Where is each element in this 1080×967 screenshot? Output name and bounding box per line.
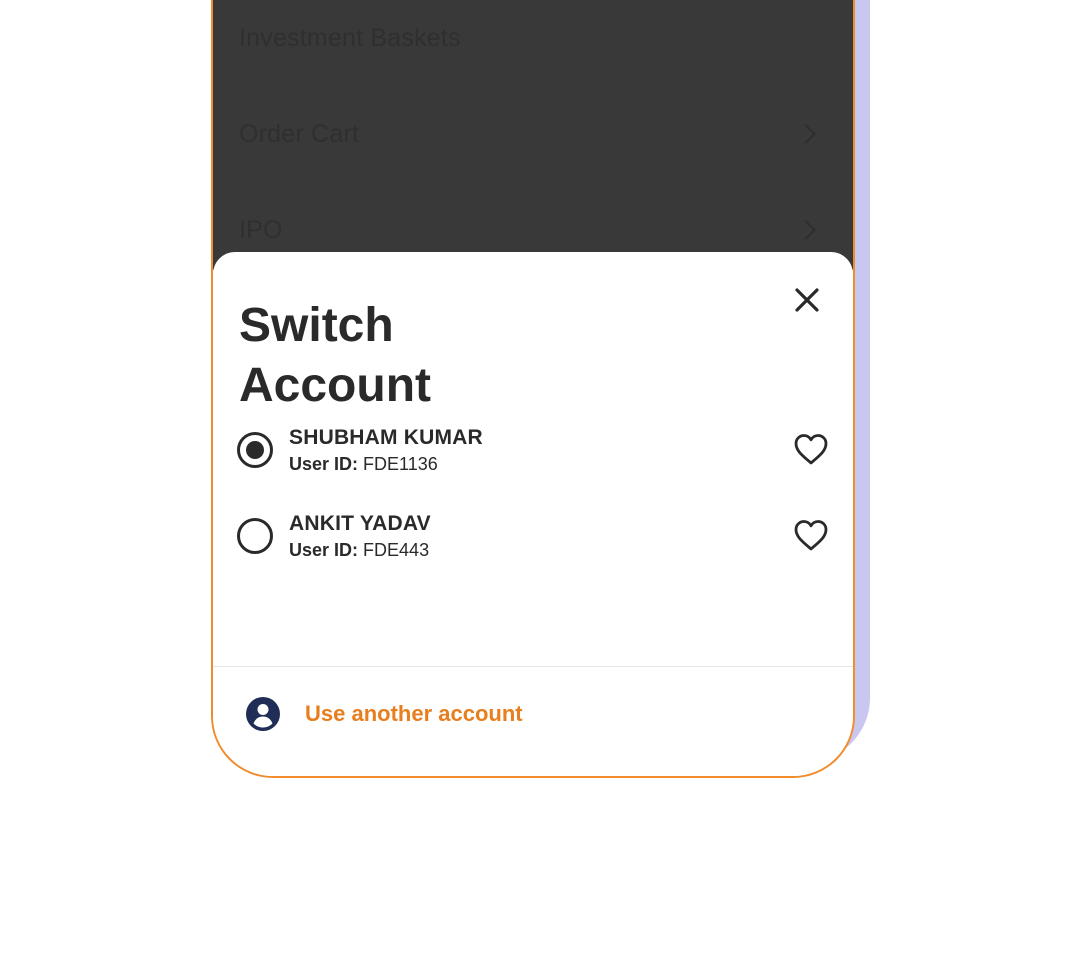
- account-details: SHUBHAM KUMAR User ID: FDE1136: [289, 426, 793, 475]
- chevron-right-icon: [796, 124, 816, 144]
- account-name: ANKIT YADAV: [289, 511, 431, 535]
- favorite-button[interactable]: [793, 518, 829, 554]
- menu-item-label: Investment Baskets: [239, 23, 461, 52]
- heart-outline-icon: [794, 434, 828, 465]
- menu-item-label: IPO: [239, 215, 283, 244]
- close-icon: [795, 288, 819, 312]
- radio-button-selected[interactable]: [237, 432, 273, 468]
- switch-account-sheet: Switch Account SHUBHAM KUMAR User ID: FD…: [213, 252, 853, 776]
- account-details: ANKIT YADAV User ID: FDE443: [289, 512, 793, 561]
- use-another-account-button[interactable]: Use another account: [245, 694, 523, 734]
- account-option-ankit-yadav[interactable]: ANKIT YADAV User ID: FDE443: [237, 505, 829, 567]
- menu-item-ipo[interactable]: IPO: [239, 210, 816, 250]
- favorite-button[interactable]: [793, 432, 829, 468]
- heart-outline-icon: [794, 520, 828, 551]
- account-user-id: User ID: FDE1136: [289, 454, 793, 475]
- menu-item-investment-baskets[interactable]: Investment Baskets: [239, 18, 813, 58]
- radio-button-unselected[interactable]: [237, 518, 273, 554]
- account-name: SHUBHAM KUMAR: [289, 425, 483, 449]
- menu-item-order-cart[interactable]: Order Cart: [239, 114, 816, 154]
- account-circle-icon: [245, 696, 281, 732]
- user-id-label: User ID:: [289, 539, 359, 560]
- chevron-right-icon: [796, 220, 816, 240]
- menu-item-label: Order Cart: [239, 119, 360, 148]
- divider: [213, 666, 853, 667]
- user-id-value: FDE1136: [363, 453, 438, 474]
- user-id-label: User ID:: [289, 453, 359, 474]
- close-button[interactable]: [789, 282, 825, 318]
- device-frame: Investment Baskets Order Cart IPO Switch…: [211, 0, 855, 778]
- sheet-title: Switch Account: [239, 299, 431, 412]
- stage: Investment Baskets Order Cart IPO Switch…: [0, 0, 1080, 967]
- user-id-value: FDE443: [363, 539, 430, 560]
- account-option-shubham-kumar[interactable]: SHUBHAM KUMAR User ID: FDE1136: [237, 419, 829, 481]
- account-user-id: User ID: FDE443: [289, 540, 793, 561]
- dimmed-menu-overlay: Investment Baskets Order Cart IPO: [213, 0, 853, 270]
- use-another-account-label: Use another account: [305, 701, 523, 726]
